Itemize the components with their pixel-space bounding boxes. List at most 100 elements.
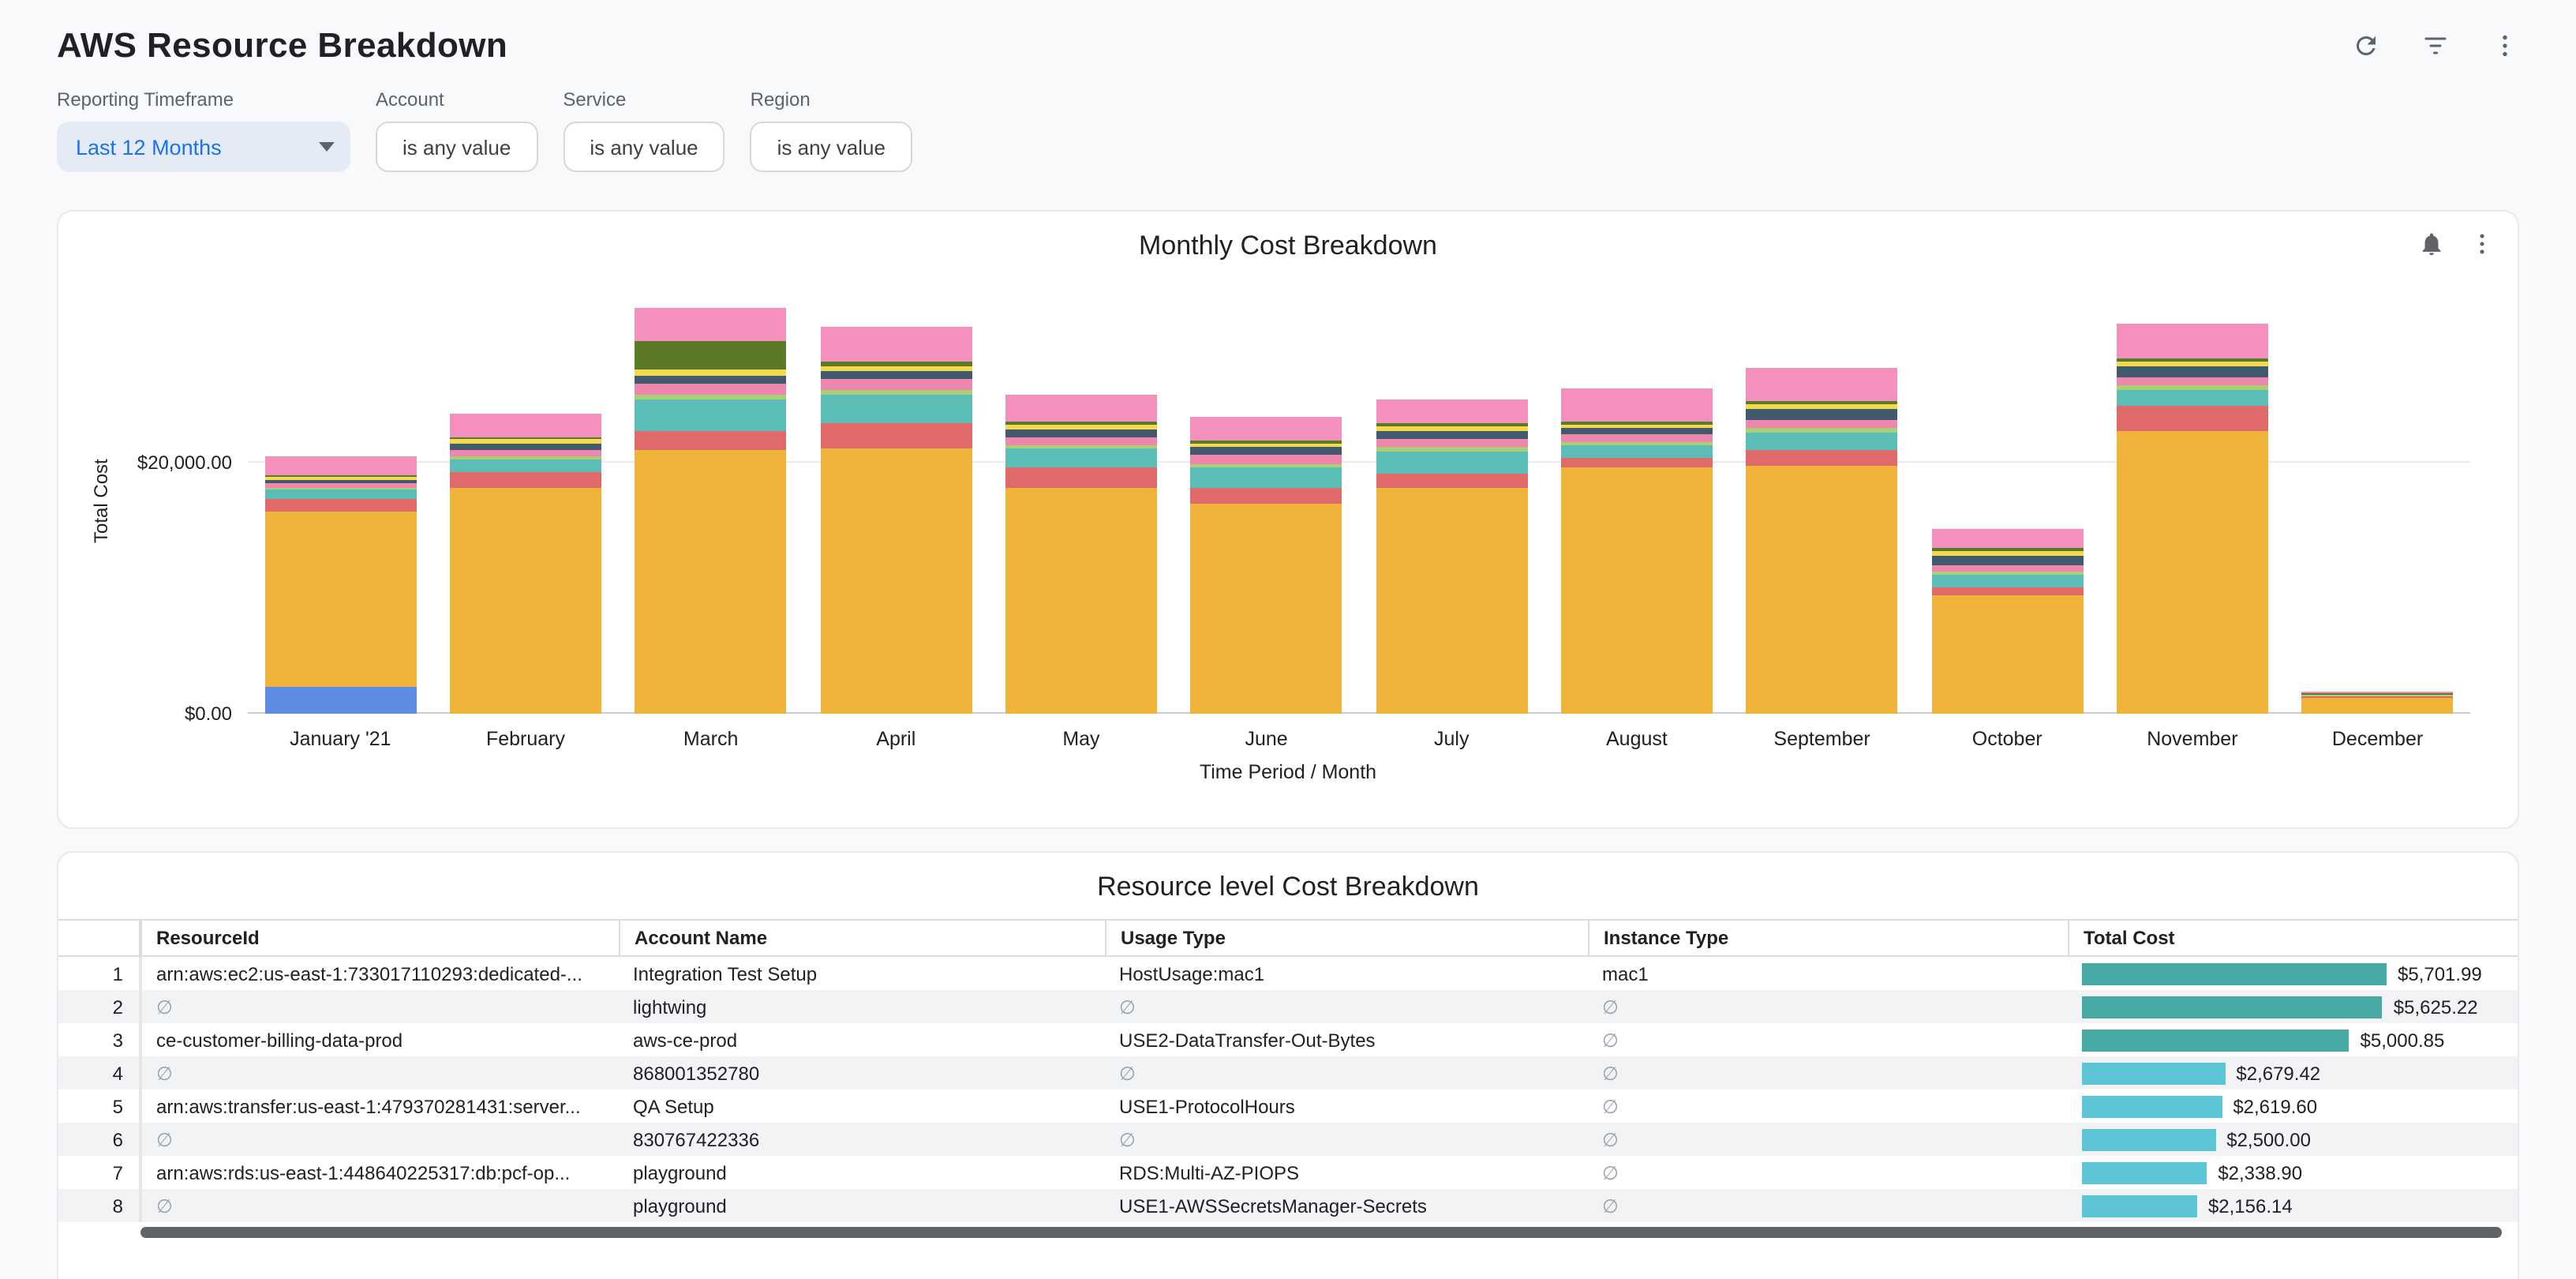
bar-segment-magenta[interactable] bbox=[264, 457, 416, 476]
bar-segment-yellow[interactable] bbox=[820, 366, 972, 371]
bar-segment-teal[interactable] bbox=[1005, 449, 1157, 468]
bar-segment-pink[interactable] bbox=[635, 384, 786, 394]
stacked-bar-November[interactable] bbox=[2117, 324, 2268, 714]
bar-segment-amber[interactable] bbox=[1005, 488, 1157, 714]
stacked-bar-May[interactable] bbox=[1005, 396, 1157, 714]
bar-segment-slate[interactable] bbox=[1376, 431, 1527, 439]
bar-segment-amber[interactable] bbox=[2301, 698, 2453, 714]
stacked-bar-October[interactable] bbox=[1931, 528, 2083, 714]
bar-segment-teal[interactable] bbox=[1190, 468, 1342, 488]
stacked-bar-January '21[interactable] bbox=[264, 457, 416, 714]
bar-segment-magenta[interactable] bbox=[1561, 389, 1713, 422]
table-row[interactable]: 3ce-customer-billing-data-prodaws-ce-pro… bbox=[58, 1023, 2518, 1056]
bar-segment-red[interactable] bbox=[1005, 468, 1157, 488]
bar-segment-pink[interactable] bbox=[1746, 420, 1897, 429]
kebab-menu-icon[interactable] bbox=[2491, 32, 2519, 60]
bar-segment-pink[interactable] bbox=[1561, 435, 1713, 443]
bar-segment-red[interactable] bbox=[1376, 473, 1527, 488]
table-row[interactable]: 7arn:aws:rds:us-east-1:448640225317:db:p… bbox=[58, 1156, 2518, 1189]
timeframe-dropdown[interactable]: Last 12 Months bbox=[57, 122, 350, 172]
bar-segment-pink[interactable] bbox=[1376, 438, 1527, 447]
bar-segment-magenta[interactable] bbox=[635, 308, 786, 340]
bar-segment-slate[interactable] bbox=[1746, 410, 1897, 420]
horizontal-scrollbar[interactable] bbox=[140, 1227, 2502, 1238]
table-row[interactable]: 5arn:aws:transfer:us-east-1:479370281431… bbox=[58, 1090, 2518, 1123]
bar-segment-amber[interactable] bbox=[2117, 432, 2268, 714]
bar-segment-slate[interactable] bbox=[1190, 448, 1342, 456]
column-header-resourceid[interactable]: ResourceId bbox=[140, 921, 619, 955]
stacked-bar-March[interactable] bbox=[635, 308, 786, 714]
bar-segment-pink[interactable] bbox=[2117, 377, 2268, 386]
bar-segment-amber[interactable] bbox=[820, 448, 972, 714]
stacked-bar-April[interactable] bbox=[820, 328, 972, 714]
bar-segment-blue[interactable] bbox=[264, 688, 416, 714]
bar-segment-teal[interactable] bbox=[1746, 433, 1897, 450]
bar-segment-pink[interactable] bbox=[820, 379, 972, 390]
bar-segment-magenta[interactable] bbox=[1005, 396, 1157, 422]
bar-segment-amber[interactable] bbox=[450, 488, 601, 714]
bar-segment-slate[interactable] bbox=[1931, 556, 2083, 564]
table-row[interactable]: 1arn:aws:ec2:us-east-1:733017110293:dedi… bbox=[58, 957, 2518, 990]
bar-segment-magenta[interactable] bbox=[820, 328, 972, 362]
bar-segment-pink[interactable] bbox=[1190, 455, 1342, 465]
bar-segment-red[interactable] bbox=[635, 432, 786, 451]
bar-segment-teal[interactable] bbox=[2117, 390, 2268, 407]
filter-icon[interactable] bbox=[2421, 32, 2450, 60]
service-filter-button[interactable]: is any value bbox=[563, 122, 724, 172]
bar-segment-teal[interactable] bbox=[1561, 445, 1713, 458]
bar-segment-magenta[interactable] bbox=[2117, 324, 2268, 358]
bar-segment-teal[interactable] bbox=[264, 490, 416, 500]
bar-segment-pink[interactable] bbox=[1931, 564, 2083, 571]
alert-bell-icon[interactable] bbox=[2418, 231, 2445, 257]
stacked-bar-February[interactable] bbox=[450, 414, 601, 714]
bar-segment-red[interactable] bbox=[1931, 587, 2083, 596]
column-header-instance-type[interactable]: Instance Type bbox=[1588, 921, 2068, 955]
bar-segment-red[interactable] bbox=[450, 472, 601, 489]
bar-segment-olive[interactable] bbox=[635, 341, 786, 370]
stacked-bar-July[interactable] bbox=[1376, 399, 1527, 714]
bar-segment-magenta[interactable] bbox=[450, 414, 601, 437]
bar-segment-slate[interactable] bbox=[2117, 367, 2268, 377]
bar-segment-red[interactable] bbox=[264, 499, 416, 512]
bar-segment-slate[interactable] bbox=[1561, 429, 1713, 435]
bar-segment-pink[interactable] bbox=[450, 450, 601, 456]
bar-segment-teal[interactable] bbox=[1376, 452, 1527, 473]
column-header-usage-type[interactable]: Usage Type bbox=[1105, 921, 1588, 955]
bar-segment-magenta[interactable] bbox=[1746, 369, 1897, 401]
table-row[interactable]: 2∅lightwing∅∅$5,625.22 bbox=[58, 990, 2518, 1023]
bar-segment-teal[interactable] bbox=[635, 399, 786, 431]
bar-segment-red[interactable] bbox=[820, 423, 972, 448]
bar-segment-amber[interactable] bbox=[1190, 504, 1342, 714]
stacked-bar-December[interactable] bbox=[2301, 692, 2453, 714]
bar-segment-red[interactable] bbox=[2117, 407, 2268, 432]
bar-segment-yellow[interactable] bbox=[635, 369, 786, 375]
kebab-menu-icon[interactable] bbox=[2469, 231, 2496, 257]
bar-segment-red[interactable] bbox=[1190, 488, 1342, 504]
bar-segment-slate[interactable] bbox=[450, 444, 601, 450]
bar-segment-amber[interactable] bbox=[264, 512, 416, 687]
table-row[interactable]: 4∅868001352780∅∅$2,679.42 bbox=[58, 1056, 2518, 1090]
bar-segment-teal[interactable] bbox=[1931, 575, 2083, 587]
stacked-bar-August[interactable] bbox=[1561, 389, 1713, 714]
bar-segment-amber[interactable] bbox=[1746, 466, 1897, 714]
bar-segment-amber[interactable] bbox=[635, 451, 786, 715]
bar-segment-magenta[interactable] bbox=[1190, 417, 1342, 441]
account-filter-button[interactable]: is any value bbox=[376, 122, 537, 172]
bar-segment-slate[interactable] bbox=[635, 375, 786, 384]
bar-segment-amber[interactable] bbox=[1376, 488, 1527, 714]
table-row[interactable]: 8∅playgroundUSE1-AWSSecretsManager-Secre… bbox=[58, 1189, 2518, 1222]
bar-segment-pink[interactable] bbox=[1005, 437, 1157, 445]
bar-segment-teal[interactable] bbox=[450, 459, 601, 472]
bar-segment-magenta[interactable] bbox=[1376, 399, 1527, 423]
region-filter-button[interactable]: is any value bbox=[751, 122, 912, 172]
table-row[interactable]: 6∅830767422336∅∅$2,500.00 bbox=[58, 1123, 2518, 1156]
column-header-account-name[interactable]: Account Name bbox=[619, 921, 1105, 955]
bar-segment-magenta[interactable] bbox=[1931, 528, 2083, 548]
bar-segment-red[interactable] bbox=[1746, 451, 1897, 466]
bar-segment-yellow[interactable] bbox=[2117, 362, 2268, 367]
bar-segment-slate[interactable] bbox=[820, 372, 972, 380]
refresh-icon[interactable] bbox=[2352, 32, 2380, 60]
bar-segment-amber[interactable] bbox=[1561, 468, 1713, 714]
bar-segment-amber[interactable] bbox=[1931, 596, 2083, 714]
bar-segment-slate[interactable] bbox=[1005, 429, 1157, 437]
